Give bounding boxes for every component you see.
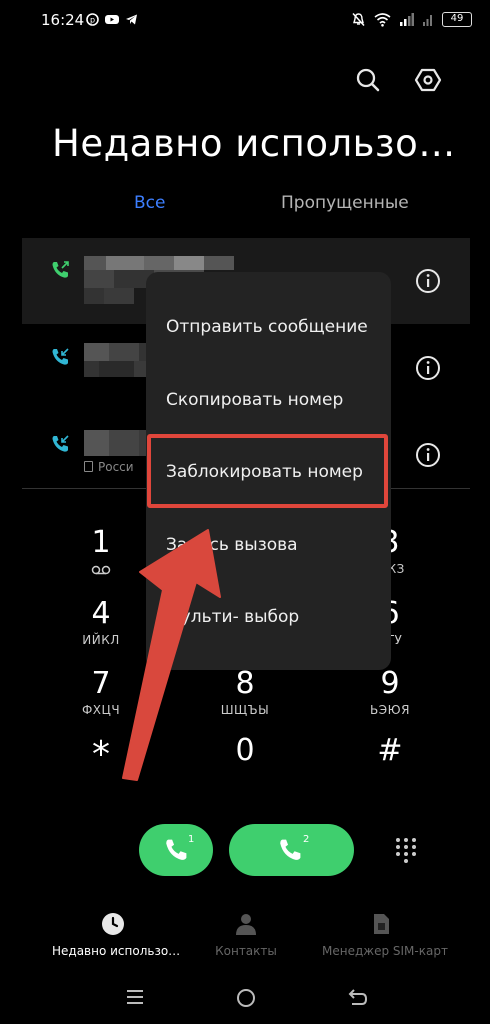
call-sim-location: Росси: [84, 460, 134, 474]
person-icon: [236, 914, 256, 935]
tab-missed[interactable]: Пропущенные: [281, 193, 409, 213]
keypad-key-0[interactable]: 0: [205, 734, 285, 768]
search-icon[interactable]: [354, 66, 382, 94]
nav-recent[interactable]: Недавно использо…: [52, 912, 180, 958]
telegram-icon: [126, 14, 137, 25]
nav-contacts[interactable]: Контакты: [214, 912, 278, 958]
menu-multi-select[interactable]: Мульти- выбор: [166, 607, 299, 627]
outgoing-call-icon: [52, 261, 69, 278]
sim-card-icon: [374, 914, 389, 934]
pinterest-icon: p: [86, 13, 99, 26]
signal-2-icon: [423, 15, 432, 26]
battery-indicator: 49: [442, 12, 472, 27]
keypad-key-9[interactable]: 9 ЬЭЮЯ: [350, 667, 430, 718]
mute-icon: [352, 12, 365, 27]
system-nav-bar: [0, 988, 490, 1012]
back-icon[interactable]: [348, 988, 368, 1006]
info-icon[interactable]: [415, 355, 441, 381]
home-icon[interactable]: [236, 988, 256, 1008]
info-icon[interactable]: [415, 442, 441, 468]
top-actions: [0, 66, 490, 96]
nav-sim-manager[interactable]: Менеджер SIM-карт: [322, 912, 448, 958]
call-sim1-button[interactable]: 1: [139, 824, 213, 876]
info-icon[interactable]: [415, 268, 441, 294]
wifi-icon: [374, 13, 391, 27]
keypad-key-hash[interactable]: #: [350, 734, 430, 768]
tab-all[interactable]: Все: [134, 193, 165, 213]
status-time: 16:24: [41, 11, 85, 29]
voicemail-icon: [91, 565, 111, 575]
menu-copy-number[interactable]: Скопировать номер: [166, 390, 343, 410]
menu-call-recording[interactable]: Запись вызова: [166, 535, 298, 555]
menu-send-message[interactable]: Отправить сообщение: [166, 317, 368, 337]
status-bar: 16:24 p 49: [0, 0, 490, 42]
keypad-key-star[interactable]: *: [61, 737, 141, 773]
phone-icon: [280, 839, 301, 860]
keypad-key-4[interactable]: 4 ИЙКЛ: [61, 597, 141, 648]
call-sim2-button[interactable]: 2: [229, 824, 354, 876]
keypad-key-8[interactable]: 8 ШЩЪЫ: [205, 667, 285, 718]
settings-icon[interactable]: [414, 66, 442, 94]
page-title: Недавно использо…: [52, 122, 456, 165]
keypad-key-1[interactable]: 1: [61, 526, 141, 579]
notification-icons: p: [86, 13, 138, 26]
phone-icon: [166, 839, 187, 860]
menu-icon[interactable]: [126, 988, 144, 1006]
sim-icon: [84, 461, 93, 472]
svg-text:p: p: [90, 16, 95, 25]
incoming-call-icon: [52, 435, 69, 452]
dialpad-icon[interactable]: [394, 836, 418, 864]
highlight-box: [147, 434, 388, 508]
keypad-key-7[interactable]: 7 ФХЦЧ: [61, 667, 141, 718]
status-right: 49: [351, 12, 472, 27]
incoming-call-icon: [52, 348, 69, 365]
signal-icon: [400, 13, 414, 26]
clock-icon: [102, 913, 124, 935]
youtube-icon: [105, 15, 119, 24]
